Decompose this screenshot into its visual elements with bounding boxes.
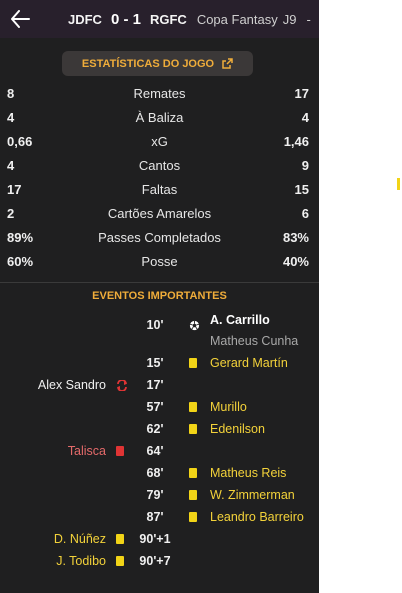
event-row: 57' Murillo (0, 396, 319, 418)
event-minute: 79' (146, 488, 164, 502)
yellow-card-icon (189, 358, 197, 368)
event-player-name[interactable]: Alex Sandro (38, 378, 106, 392)
event-minute: 68' (146, 466, 164, 480)
match-stats-button[interactable]: ESTATÍSTICAS DO JOGO (62, 51, 253, 76)
stat-home-value: 60% (7, 253, 34, 269)
stat-label: Faltas (141, 181, 178, 197)
event-minute: 15' (146, 356, 164, 370)
event-minute: 90'+1 (139, 532, 171, 546)
event-player-name[interactable]: Edenilson (210, 422, 265, 436)
arrow-left-icon (11, 10, 30, 28)
event-player-name[interactable]: A. Carrillo (210, 313, 270, 327)
stat-away-value: 1,46 (283, 133, 309, 149)
stat-label: Cartões Amarelos (107, 205, 212, 221)
section-divider (0, 282, 319, 283)
stat-row: Cartões Amarelos 2 6 (0, 202, 319, 224)
yellow-card-icon (189, 402, 197, 412)
event-minute: 87' (146, 510, 164, 524)
stat-away-value: 6 (301, 205, 309, 221)
stat-label: À Baliza (135, 109, 184, 125)
header-separator: - (306, 11, 311, 27)
yellow-card-icon (189, 490, 197, 500)
stat-home-value: 17 (7, 181, 22, 197)
football-icon (189, 320, 200, 334)
event-row: 10' A. Carrillo Matheus Cunha (0, 313, 319, 348)
event-minute: 10' (146, 318, 164, 332)
event-row: 90'+1 D. Núñez (0, 528, 319, 550)
event-row: 15' Gerard Martín (0, 352, 319, 374)
stat-home-value: 4 (7, 109, 15, 125)
stat-home-value: 89% (7, 229, 34, 245)
yellow-marker (397, 178, 400, 190)
stat-label: Passes Completados (98, 229, 221, 245)
stat-home-value: 4 (7, 157, 15, 173)
yellow-card-icon (116, 556, 124, 566)
event-row: 79' W. Zimmerman (0, 484, 319, 506)
stat-home-value: 2 (7, 205, 15, 221)
stat-away-value: 83% (282, 229, 309, 245)
back-button[interactable] (0, 0, 40, 38)
yellow-card-icon (116, 534, 124, 544)
stat-home-value: 8 (7, 85, 15, 101)
away-team-abbr[interactable]: RGFC (150, 12, 187, 27)
stat-row: xG 0,66 1,46 (0, 130, 319, 152)
event-row: 17' Alex Sandro (0, 374, 319, 396)
scoreline: JDFC 0 - 1 RGFC Copa Fantasy J9 - (68, 11, 311, 28)
stat-home-value: 0,66 (7, 133, 33, 149)
event-player-name[interactable]: W. Zimmerman (210, 488, 295, 502)
stat-away-value: 4 (301, 109, 309, 125)
event-assist-name[interactable]: Matheus Cunha (210, 334, 298, 348)
stat-row: Passes Completados 89% 83% (0, 226, 319, 248)
stat-away-value: 15 (294, 181, 309, 197)
stat-label: Posse (141, 253, 178, 269)
competition-round: J9 (282, 11, 297, 27)
match-stats-panel: JDFC 0 - 1 RGFC Copa Fantasy J9 - ESTATÍ… (0, 0, 319, 593)
stat-row: Cantos 4 9 (0, 154, 319, 176)
stat-row: À Baliza 4 4 (0, 106, 319, 128)
event-minute: 17' (146, 378, 164, 392)
stat-away-value: 17 (294, 85, 309, 101)
event-row: 90'+7 J. Todibo (0, 550, 319, 572)
event-row: 68' Matheus Reis (0, 462, 319, 484)
event-minute: 90'+7 (139, 554, 171, 568)
event-player-name[interactable]: Gerard Martín (210, 356, 288, 370)
match-score: 0 - 1 (110, 10, 141, 28)
stat-away-value: 9 (301, 157, 309, 173)
event-row: 87' Leandro Barreiro (0, 506, 319, 528)
yellow-card-icon (189, 512, 197, 522)
event-minute: 62' (146, 422, 164, 436)
yellow-card-icon (189, 468, 197, 478)
event-minute: 57' (146, 400, 164, 414)
event-player-name[interactable]: J. Todibo (56, 554, 106, 568)
match-stats-button-label: ESTATÍSTICAS DO JOGO (81, 57, 215, 70)
event-minute: 64' (146, 444, 164, 458)
key-events-title: EVENTOS IMPORTANTES (92, 290, 227, 302)
event-player-name[interactable]: Leandro Barreiro (210, 510, 304, 524)
stat-away-value: 40% (282, 253, 309, 269)
home-team-abbr[interactable]: JDFC (68, 12, 102, 27)
yellow-card-icon (189, 424, 197, 434)
event-row: 62' Edenilson (0, 418, 319, 440)
event-player-name[interactable]: D. Núñez (54, 532, 106, 546)
stat-label: Cantos (138, 157, 181, 173)
event-player-name[interactable]: Matheus Reis (210, 466, 286, 480)
competition-name[interactable]: Copa Fantasy (197, 12, 278, 27)
substitution-icon (116, 379, 128, 394)
stat-row: Posse 60% 40% (0, 250, 319, 272)
stat-label: xG (151, 133, 168, 149)
stat-label: Remates (133, 85, 186, 101)
match-header-bar: JDFC 0 - 1 RGFC Copa Fantasy J9 - (0, 0, 319, 38)
event-row: 64' Talisca (0, 440, 319, 462)
stat-row: Remates 8 17 (0, 82, 319, 104)
stat-row: Faltas 17 15 (0, 178, 319, 200)
event-player-name[interactable]: Talisca (68, 444, 106, 458)
external-link-icon (222, 58, 233, 69)
event-player-name[interactable]: Murillo (210, 400, 247, 414)
red-card-icon (116, 446, 124, 456)
